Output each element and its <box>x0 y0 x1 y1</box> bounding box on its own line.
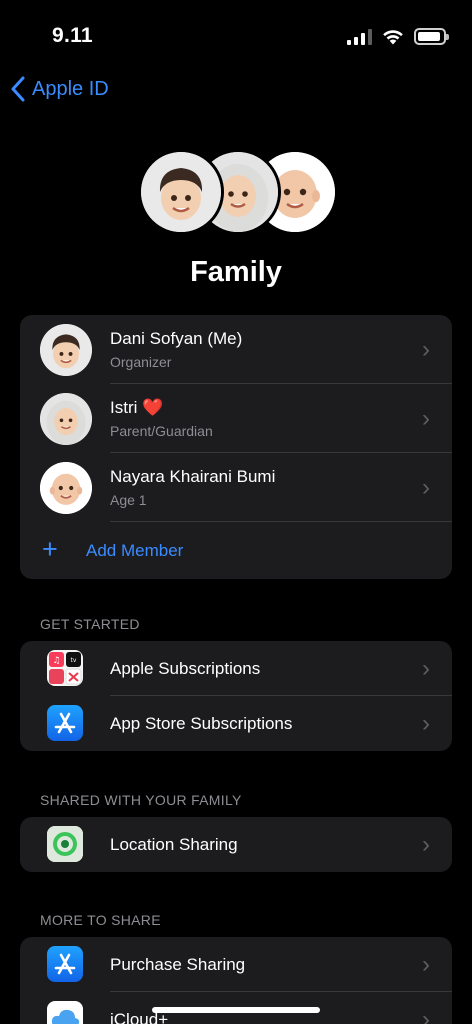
svg-text:tv: tv <box>71 657 77 664</box>
row-label: Apple Subscriptions <box>110 659 261 678</box>
section-header-shared: SHARED WITH YOUR FAMILY <box>40 792 242 808</box>
row-label: Location Sharing <box>110 835 238 854</box>
member-role: Organizer <box>110 354 172 370</box>
chevron-right-icon: › <box>422 1005 430 1024</box>
shared-card: Location Sharing › <box>20 817 452 872</box>
back-label: Apple ID <box>32 77 109 100</box>
app-store-icon <box>47 705 83 741</box>
home-indicator[interactable] <box>152 1007 320 1013</box>
chevron-right-icon: › <box>422 473 430 501</box>
member-row-istri[interactable]: Istri ❤️ Parent/Guardian › <box>20 384 452 453</box>
member-name: Istri <box>110 398 138 417</box>
back-button[interactable]: Apple ID <box>10 76 109 102</box>
chevron-left-icon <box>11 76 25 102</box>
find-my-icon <box>47 826 83 862</box>
app-store-subscriptions-row[interactable]: App Store Subscriptions › <box>20 696 452 751</box>
heart-emoji: ❤️ <box>142 398 164 417</box>
section-header-more: MORE TO SHARE <box>40 912 161 928</box>
plus-icon: + <box>42 534 58 564</box>
member-name: Nayara Khairani Bumi <box>110 467 276 486</box>
boy-memoji-avatar <box>40 324 92 376</box>
location-sharing-row[interactable]: Location Sharing › <box>20 817 452 872</box>
battery-icon <box>414 28 449 45</box>
get-started-card: ♫ tv Apple Subscriptions › App Store Sub… <box>20 641 452 751</box>
status-bar: 9.11 <box>0 0 472 70</box>
baby-memoji-avatar <box>40 462 92 514</box>
status-icons <box>347 28 449 45</box>
apple-subscriptions-row[interactable]: ♫ tv Apple Subscriptions › <box>20 641 452 696</box>
status-time: 9.11 <box>52 24 93 47</box>
app-store-icon <box>47 946 83 982</box>
add-member-button[interactable]: + Add Member <box>20 522 452 579</box>
chevron-right-icon: › <box>422 830 430 858</box>
member-row-dani[interactable]: Dani Sofyan (Me) Organizer › <box>20 315 452 384</box>
page-title: Family <box>190 256 282 288</box>
hijab-memoji-avatar <box>40 393 92 445</box>
chevron-right-icon: › <box>422 654 430 682</box>
family-avatar-group <box>138 149 338 235</box>
family-screen: 9.11 Apple ID Family Dani Sofyan (Me) Or… <box>0 0 472 1024</box>
svg-text:♫: ♫ <box>52 656 60 666</box>
icloud-icon <box>47 1001 83 1024</box>
apple-subscriptions-icon: ♫ tv <box>47 650 83 686</box>
chevron-right-icon: › <box>422 335 430 363</box>
wifi-icon <box>383 30 403 45</box>
chevron-right-icon: › <box>422 950 430 978</box>
cellular-signal-icon <box>347 28 372 45</box>
chevron-right-icon: › <box>422 709 430 737</box>
member-name: Dani Sofyan (Me) <box>110 329 243 348</box>
family-members-card: Dani Sofyan (Me) Organizer › Istri ❤️ Pa… <box>20 315 452 579</box>
purchase-sharing-row[interactable]: Purchase Sharing › <box>20 937 452 992</box>
add-member-label: Add Member <box>86 541 184 560</box>
section-header-get-started: GET STARTED <box>40 616 140 632</box>
boy-memoji-avatar <box>138 149 224 235</box>
member-row-nayara[interactable]: Nayara Khairani Bumi Age 1 › <box>20 453 452 522</box>
member-role: Parent/Guardian <box>110 423 213 439</box>
member-role: Age 1 <box>110 492 147 508</box>
row-label: App Store Subscriptions <box>110 714 293 733</box>
row-label: Purchase Sharing <box>110 955 246 974</box>
chevron-right-icon: › <box>422 404 430 432</box>
